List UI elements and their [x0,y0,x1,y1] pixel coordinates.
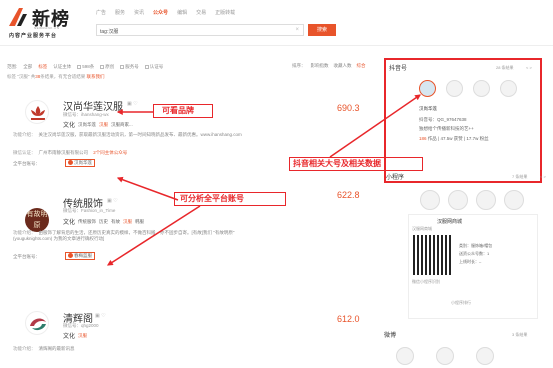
arrow-douyin [329,94,421,158]
annotation-arrows [106,94,421,266]
arrow-platform-1 [116,176,179,201]
arrow-platform-2 [106,205,201,266]
